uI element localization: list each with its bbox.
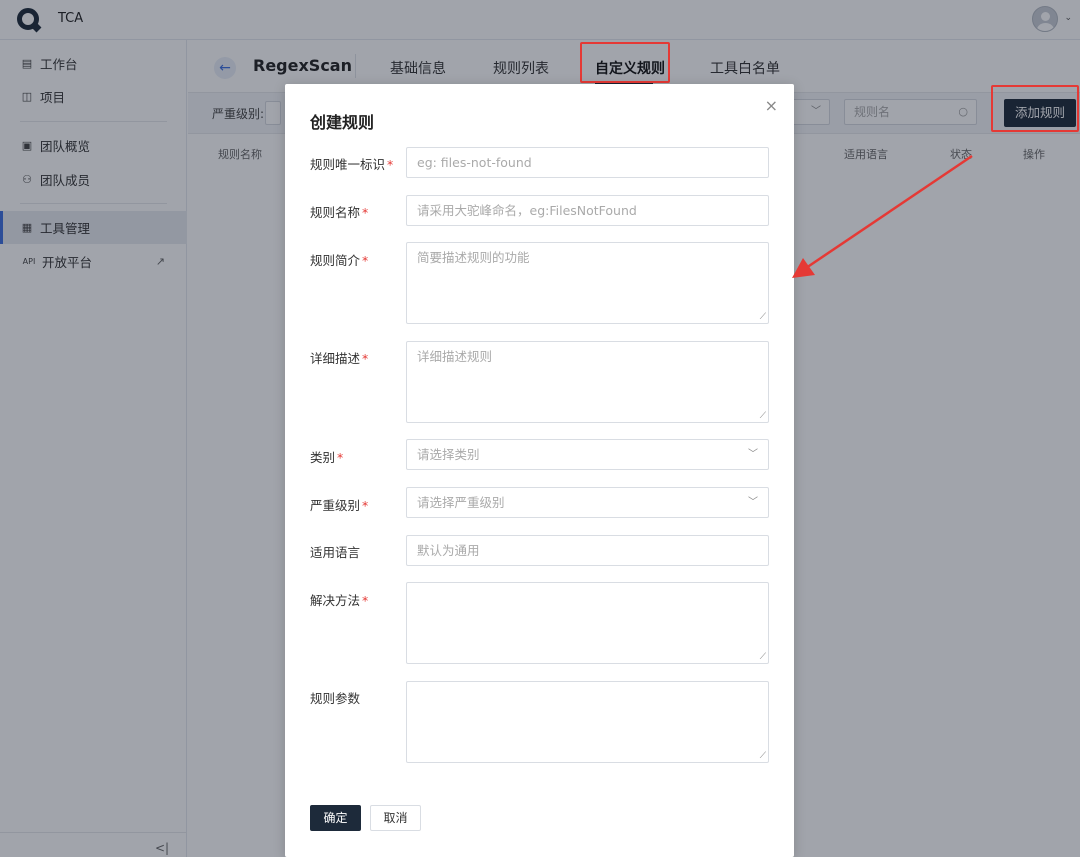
chevron-down-icon: ﹀ [748,497,758,508]
cancel-button[interactable]: 取消 [370,805,421,831]
resize-handle-icon[interactable]: ⟋ [760,412,766,421]
rule-description-label: 详细描述 * [310,351,369,366]
language-label: 适用语言 [310,545,361,560]
solution-label: 解决方法 * [310,593,369,608]
rule-summary-textarea[interactable]: 简要描述规则的功能 ⟋ [406,242,769,324]
severity-select[interactable]: 请选择严重级别 ﹀ [406,487,769,518]
highlight-box-custom-rules-tab [580,42,670,83]
rule-summary-label: 规则简介 * [310,253,369,268]
chevron-down-icon: ﹀ [748,449,758,460]
create-rule-dialog: 创建规则 × 规则唯一标识 * eg: files-not-found 规则名称 *… [285,84,794,857]
rule-params-textarea[interactable]: ⟋ [406,681,769,763]
resize-handle-icon[interactable]: ⟋ [760,653,766,662]
rule-name-input[interactable]: 请采用大驼峰命名，eg:FilesNotFound [406,195,769,226]
rule-params-label: 规则参数 [310,691,361,706]
rule-id-input[interactable]: eg: files-not-found [406,147,769,178]
severity-label: 严重级别 * [310,498,369,513]
close-icon[interactable]: × [765,96,778,115]
rule-description-textarea[interactable]: 详细描述规则 ⟋ [406,341,769,423]
rule-name-label: 规则名称 * [310,205,369,220]
category-label: 类别 * [310,450,344,465]
rule-id-label: 规则唯一标识 * [310,157,394,172]
highlight-box-add-rule-button [991,85,1079,132]
confirm-button[interactable]: 确定 [310,805,361,831]
dialog-title: 创建规则 [310,113,375,132]
category-select[interactable]: 请选择类别 ﹀ [406,439,769,470]
resize-handle-icon[interactable]: ⟋ [760,752,766,761]
solution-textarea[interactable]: ⟋ [406,582,769,664]
resize-handle-icon[interactable]: ⟋ [760,313,766,322]
language-select[interactable]: 默认为通用 [406,535,769,566]
